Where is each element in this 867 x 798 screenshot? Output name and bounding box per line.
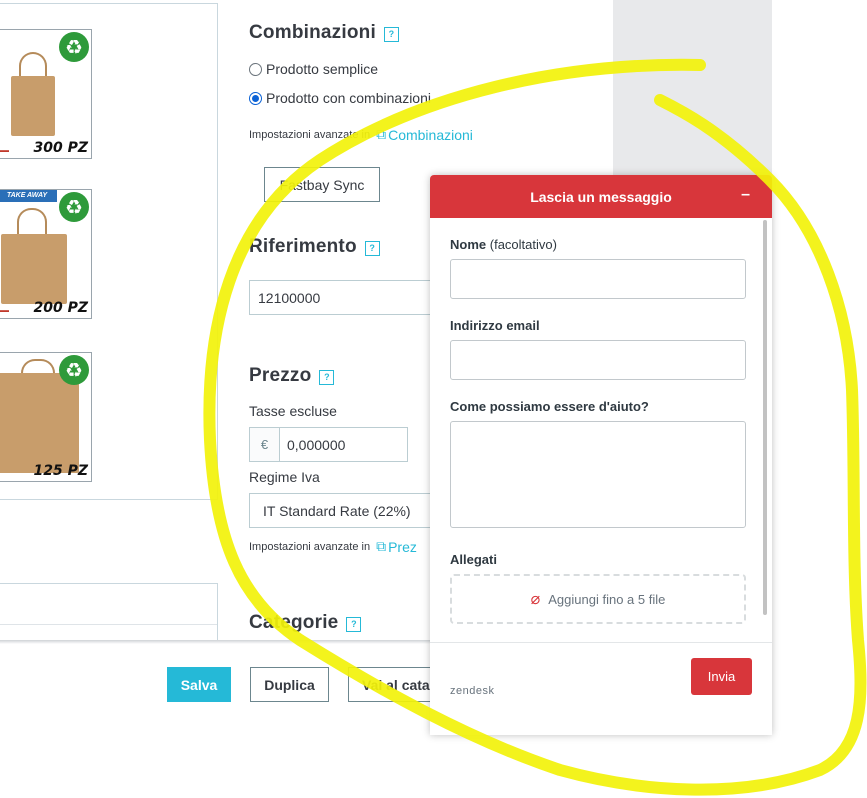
radio-label: Prodotto con combinazioni <box>266 90 431 106</box>
duplicate-button[interactable]: Duplica <box>250 667 329 702</box>
external-link-icon[interactable]: ⧉ <box>376 538 386 555</box>
currency-prefix: € <box>250 428 280 461</box>
zendesk-logo[interactable]: zendesk <box>450 685 494 697</box>
recycle-icon: ♻ <box>59 355 89 385</box>
quantity-label: 300 PZ <box>33 140 88 156</box>
product-thumbnail[interactable]: ♻ ▬▬ 300 PZ <box>0 29 92 159</box>
advanced-settings-price: Impostazioni avanzate in ⧉ Prez <box>249 538 417 555</box>
email-label: Indirizzo email <box>450 318 540 333</box>
advanced-settings-text: Impostazioni avanzate in <box>249 540 371 553</box>
quantity-label: 125 PZ <box>33 463 88 479</box>
advanced-settings-text: Impostazioni avanzate in <box>249 128 371 141</box>
price-title-text: Prezzo <box>249 365 312 386</box>
minimize-icon[interactable]: – <box>741 186 750 204</box>
brand-mark: ▬▬ <box>0 308 9 314</box>
go-to-catalog-button[interactable]: Vai al cata <box>348 667 438 702</box>
email-field[interactable] <box>450 340 746 380</box>
help-icon[interactable]: ? <box>346 617 362 632</box>
save-button[interactable]: Salva <box>167 667 231 702</box>
categories-title: Categorie? <box>249 612 362 634</box>
product-thumbnail[interactable]: ♻ 125 PZ <box>0 352 92 482</box>
description-box <box>0 583 218 643</box>
paper-bag-image <box>1 234 67 304</box>
recycle-icon: ♻ <box>59 192 89 222</box>
advanced-settings-combinations: Impostazioni avanzate in ⧉ Combinazioni <box>249 126 473 143</box>
radio-label: Prodotto semplice <box>266 61 379 77</box>
background-strip <box>613 0 772 200</box>
external-link-icon[interactable]: ⧉ <box>376 126 386 143</box>
vat-regime-value: IT Standard Rate (22%) <box>263 502 411 519</box>
combinations-title-text: Combinazioni <box>249 22 376 43</box>
price-link[interactable]: Prez <box>388 539 417 555</box>
widget-scrollbar[interactable] <box>763 220 767 615</box>
widget-title: Lascia un messaggio <box>530 188 672 205</box>
radio-simple-product[interactable]: Prodotto semplice <box>249 61 378 77</box>
page-root: ♻ ▬▬ 300 PZ TAKE AWAY ♻ ▬▬ 200 PZ ♻ 125 … <box>0 0 867 798</box>
take-away-banner: TAKE AWAY <box>0 190 57 202</box>
paperclip-icon: ⌀ <box>530 591 541 608</box>
vat-regime-label: Regime Iva <box>249 469 320 485</box>
widget-header: Lascia un messaggio – <box>430 175 772 218</box>
name-field[interactable] <box>450 259 746 299</box>
product-images-panel: ♻ ▬▬ 300 PZ TAKE AWAY ♻ ▬▬ 200 PZ ♻ 125 … <box>0 3 218 500</box>
reference-value: 12100000 <box>258 289 321 306</box>
combinations-title: Combinazioni? <box>249 22 399 44</box>
attachments-dropzone[interactable]: ⌀ Aggiungi fino a 5 file <box>450 574 746 624</box>
attach-text: Aggiungi fino a 5 file <box>548 591 666 607</box>
paper-bag-image <box>0 373 79 473</box>
quantity-label: 200 PZ <box>33 300 88 316</box>
product-thumbnail[interactable]: TAKE AWAY ♻ ▬▬ 200 PZ <box>0 189 92 319</box>
support-chat-widget: Lascia un messaggio – Nome (facoltativo)… <box>430 175 772 735</box>
fastbay-sync-button[interactable]: Fastbay Sync <box>264 167 380 202</box>
price-input[interactable]: € 0,000000 <box>249 427 408 462</box>
brand-mark: ▬▬ <box>0 148 9 154</box>
reference-input[interactable]: 12100000 <box>249 280 434 315</box>
reference-title-text: Riferimento <box>249 236 357 257</box>
divider <box>0 624 217 625</box>
radio-product-with-combinations[interactable]: Prodotto con combinazioni <box>249 90 431 106</box>
reference-title: Riferimento? <box>249 236 380 258</box>
recycle-icon: ♻ <box>59 32 89 62</box>
price-title: Prezzo? <box>249 365 335 387</box>
combinations-link[interactable]: Combinazioni <box>388 127 473 143</box>
send-button[interactable]: Invia <box>691 658 752 695</box>
optional-hint: (facoltativo) <box>489 237 557 252</box>
radio-button[interactable] <box>249 62 262 76</box>
widget-footer: zendesk Invia <box>430 642 772 735</box>
radio-button[interactable] <box>249 91 262 105</box>
help-icon[interactable]: ? <box>383 27 399 42</box>
message-label: Come possiamo essere d'aiuto? <box>450 399 649 414</box>
paper-bag-image <box>11 76 55 136</box>
widget-form: Nome (facoltativo) Indirizzo email Come … <box>430 218 772 642</box>
bag-handle <box>19 52 47 78</box>
help-icon[interactable]: ? <box>364 241 380 256</box>
footer-shadow <box>0 640 430 644</box>
attachments-label: Allegati <box>450 552 497 567</box>
vat-regime-select[interactable]: IT Standard Rate (22%) <box>249 493 434 528</box>
name-label: Nome (facoltativo) <box>450 237 557 252</box>
price-value: 0,000000 <box>287 436 346 453</box>
help-icon[interactable]: ? <box>319 370 335 385</box>
categories-title-text: Categorie <box>249 612 339 633</box>
name-label-text: Nome <box>450 237 487 252</box>
tax-excluded-label: Tasse escluse <box>249 403 337 419</box>
message-textarea[interactable] <box>450 421 746 528</box>
